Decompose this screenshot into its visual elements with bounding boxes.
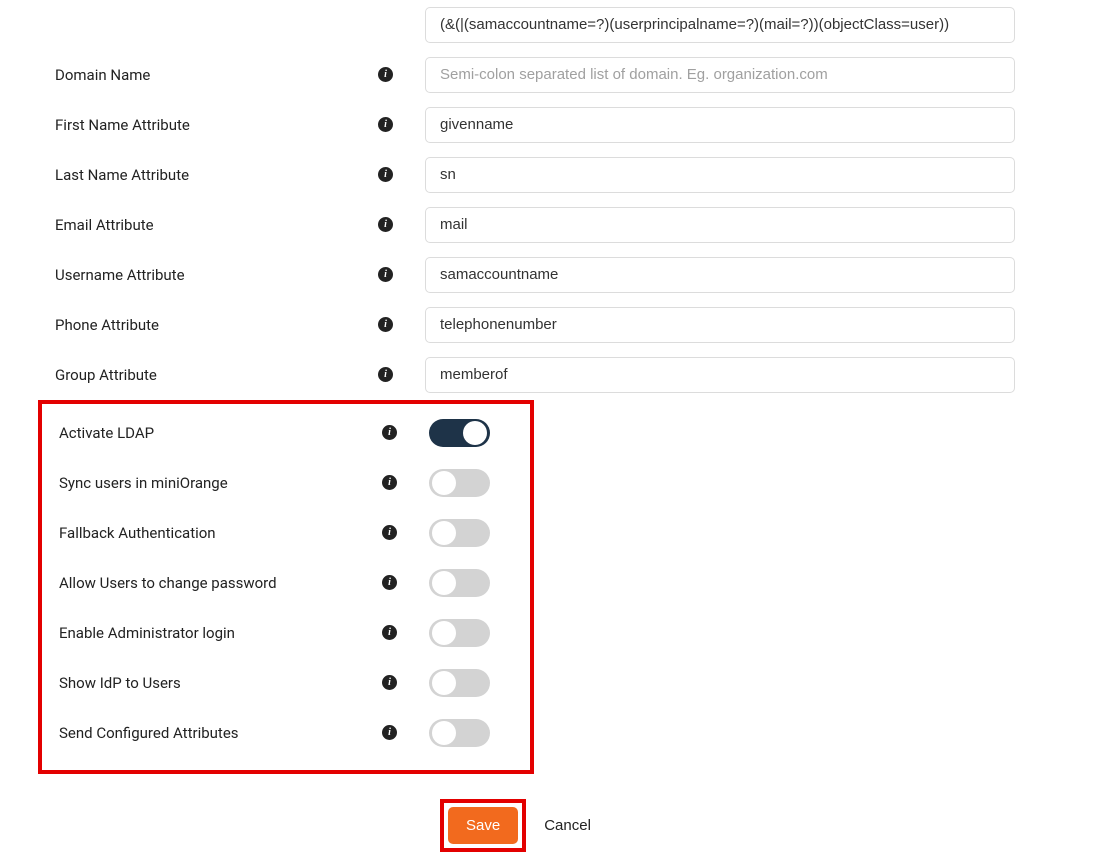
phone-attr-label: Phone Attribute — [55, 316, 375, 334]
info-icon[interactable]: i — [378, 217, 393, 232]
send-config-attrs-toggle[interactable] — [429, 719, 490, 747]
domain-name-row: Domain Name i — [0, 50, 1098, 99]
first-name-attr-label: First Name Attribute — [55, 116, 375, 134]
info-icon[interactable]: i — [378, 367, 393, 382]
show-idp-toggle[interactable] — [429, 669, 490, 697]
group-attr-label: Group Attribute — [55, 366, 375, 384]
info-icon[interactable]: i — [378, 267, 393, 282]
send-config-attrs-label: Send Configured Attributes — [59, 724, 379, 742]
fallback-auth-row: Fallback Authentication i — [42, 508, 530, 557]
form-container: Domain Name i First Name Attribute i Las… — [0, 0, 1098, 852]
info-icon[interactable]: i — [382, 675, 397, 690]
toggle-section-highlight: Activate LDAP i Sync users in miniOrange… — [38, 400, 534, 774]
search-filter-input[interactable] — [425, 7, 1015, 43]
activate-ldap-toggle[interactable] — [429, 419, 490, 447]
toggle-knob — [432, 721, 456, 745]
fallback-auth-toggle[interactable] — [429, 519, 490, 547]
sync-users-row: Sync users in miniOrange i — [42, 458, 530, 507]
info-icon[interactable]: i — [382, 725, 397, 740]
save-button[interactable]: Save — [448, 807, 518, 844]
toggle-knob — [432, 621, 456, 645]
group-attr-row: Group Attribute i — [0, 350, 1098, 399]
send-config-attrs-row: Send Configured Attributes i — [42, 708, 530, 757]
group-attr-input[interactable] — [425, 357, 1015, 393]
search-filter-row — [0, 0, 1098, 49]
show-idp-label: Show IdP to Users — [59, 674, 379, 692]
activate-ldap-label: Activate LDAP — [59, 424, 379, 442]
last-name-attr-input[interactable] — [425, 157, 1015, 193]
last-name-attr-label: Last Name Attribute — [55, 166, 375, 184]
first-name-attr-row: First Name Attribute i — [0, 100, 1098, 149]
save-highlight: Save — [440, 799, 526, 852]
show-idp-row: Show IdP to Users i — [42, 658, 530, 707]
toggle-knob — [432, 521, 456, 545]
username-attr-row: Username Attribute i — [0, 250, 1098, 299]
toggle-knob — [463, 421, 487, 445]
email-attr-input[interactable] — [425, 207, 1015, 243]
info-icon[interactable]: i — [378, 67, 393, 82]
sync-users-label: Sync users in miniOrange — [59, 474, 379, 492]
phone-attr-input[interactable] — [425, 307, 1015, 343]
domain-name-label: Domain Name — [55, 66, 375, 84]
last-name-attr-row: Last Name Attribute i — [0, 150, 1098, 199]
allow-change-pw-label: Allow Users to change password — [59, 574, 379, 592]
form-footer: Save Cancel — [440, 799, 1098, 852]
username-attr-input[interactable] — [425, 257, 1015, 293]
info-icon[interactable]: i — [378, 117, 393, 132]
toggle-knob — [432, 471, 456, 495]
info-icon[interactable]: i — [378, 317, 393, 332]
info-icon[interactable]: i — [382, 425, 397, 440]
email-attr-label: Email Attribute — [55, 216, 375, 234]
email-attr-row: Email Attribute i — [0, 200, 1098, 249]
first-name-attr-input[interactable] — [425, 107, 1015, 143]
info-icon[interactable]: i — [382, 625, 397, 640]
username-attr-label: Username Attribute — [55, 266, 375, 284]
allow-change-pw-row: Allow Users to change password i — [42, 558, 530, 607]
info-icon[interactable]: i — [382, 525, 397, 540]
toggle-knob — [432, 671, 456, 695]
info-icon[interactable]: i — [382, 475, 397, 490]
fallback-auth-label: Fallback Authentication — [59, 524, 379, 542]
info-icon[interactable]: i — [378, 167, 393, 182]
phone-attr-row: Phone Attribute i — [0, 300, 1098, 349]
sync-users-toggle[interactable] — [429, 469, 490, 497]
allow-change-pw-toggle[interactable] — [429, 569, 490, 597]
enable-admin-login-row: Enable Administrator login i — [42, 608, 530, 657]
domain-name-input[interactable] — [425, 57, 1015, 93]
cancel-button[interactable]: Cancel — [544, 817, 591, 834]
info-icon[interactable]: i — [382, 575, 397, 590]
activate-ldap-row: Activate LDAP i — [42, 408, 530, 457]
toggle-knob — [432, 571, 456, 595]
enable-admin-login-toggle[interactable] — [429, 619, 490, 647]
enable-admin-login-label: Enable Administrator login — [59, 624, 379, 642]
